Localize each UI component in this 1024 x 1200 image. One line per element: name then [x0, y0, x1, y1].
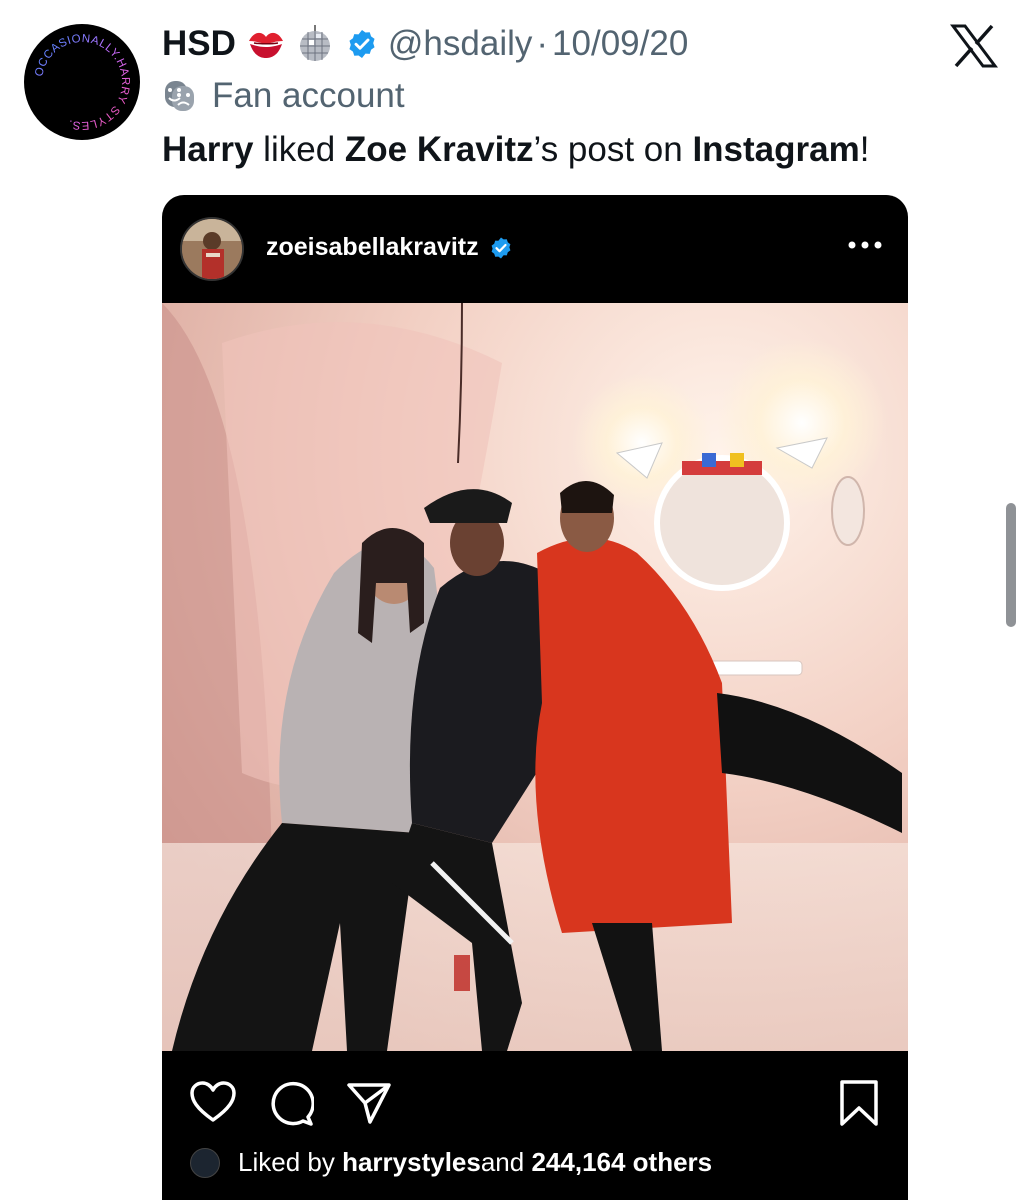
scrollbar-thumb[interactable]	[1006, 503, 1016, 627]
ig-post-header: zoeisabellakravitz	[162, 195, 908, 303]
tweet-text-exclaim: !	[859, 130, 870, 169]
more-options-icon[interactable]	[846, 239, 884, 251]
disco-ball-icon	[299, 25, 330, 61]
svg-text:OCCASIONALLY.HARRY STYLES.: OCCASIONALLY.HARRY STYLES.	[33, 33, 131, 131]
avatar-ring-logo: OCCASIONALLY.HARRY STYLES.	[33, 33, 131, 131]
ig-user-avatar[interactable]	[180, 217, 244, 281]
likes-count[interactable]: 244,164 others	[531, 1147, 712, 1178]
liker-avatar	[190, 1147, 220, 1178]
ig-post-photo[interactable]	[162, 303, 908, 1051]
comment-icon[interactable]	[268, 1081, 314, 1127]
likes-user[interactable]: harrystyles	[342, 1147, 481, 1178]
account-label: Fan account	[162, 74, 405, 118]
tweet-text-harry: Harry	[162, 130, 254, 169]
author-handle[interactable]: @hsdaily	[388, 24, 532, 64]
separator: ·	[536, 24, 549, 63]
verified-badge-icon	[349, 30, 375, 58]
tweet-text-zoe: Zoe Kravitz	[344, 130, 534, 169]
share-icon[interactable]	[346, 1081, 392, 1125]
performing-arts-mask-icon	[165, 81, 194, 111]
bookmark-icon[interactable]	[838, 1079, 880, 1127]
tweet-text-instagram: Instagram	[692, 130, 860, 169]
fan-account-label: Fan account	[212, 76, 405, 115]
tweet-date[interactable]: 10/09/20	[552, 24, 688, 64]
kiss-mark-icon	[248, 32, 283, 58]
ig-likes-line[interactable]: Liked by harrystyles and 244,164 others	[190, 1147, 712, 1178]
tweet-text-post-on: ’s post on	[533, 130, 693, 169]
tweet-text-liked: liked	[253, 130, 345, 169]
ig-verified-badge-icon	[491, 237, 511, 258]
ig-username[interactable]: zoeisabellakravitz	[266, 233, 479, 262]
x-logo-icon[interactable]	[950, 24, 998, 68]
heart-icon[interactable]	[190, 1081, 236, 1123]
instagram-post-card[interactable]: zoeisabellakravitz Liked by harrystyles …	[162, 195, 908, 1200]
display-name[interactable]: HSD	[162, 24, 236, 64]
tweet-text: Harry liked Zoe Kravitz’s post on Instag…	[162, 126, 869, 174]
ig-username-row[interactable]: zoeisabellakravitz	[266, 233, 513, 262]
profile-avatar[interactable]: OCCASIONALLY.HARRY STYLES.	[24, 24, 140, 140]
ig-avatar-image	[182, 219, 242, 279]
tweet-author-line: HSD @hsdaily · 10/09/20	[162, 20, 688, 68]
post-photo-illustration	[162, 303, 908, 1051]
likes-middle: and	[480, 1147, 525, 1177]
ig-actions-bar	[162, 1051, 908, 1141]
avatar-ring-text: OCCASIONALLY.HARRY STYLES.	[33, 33, 130, 131]
likes-prefix: Liked by	[238, 1147, 335, 1177]
